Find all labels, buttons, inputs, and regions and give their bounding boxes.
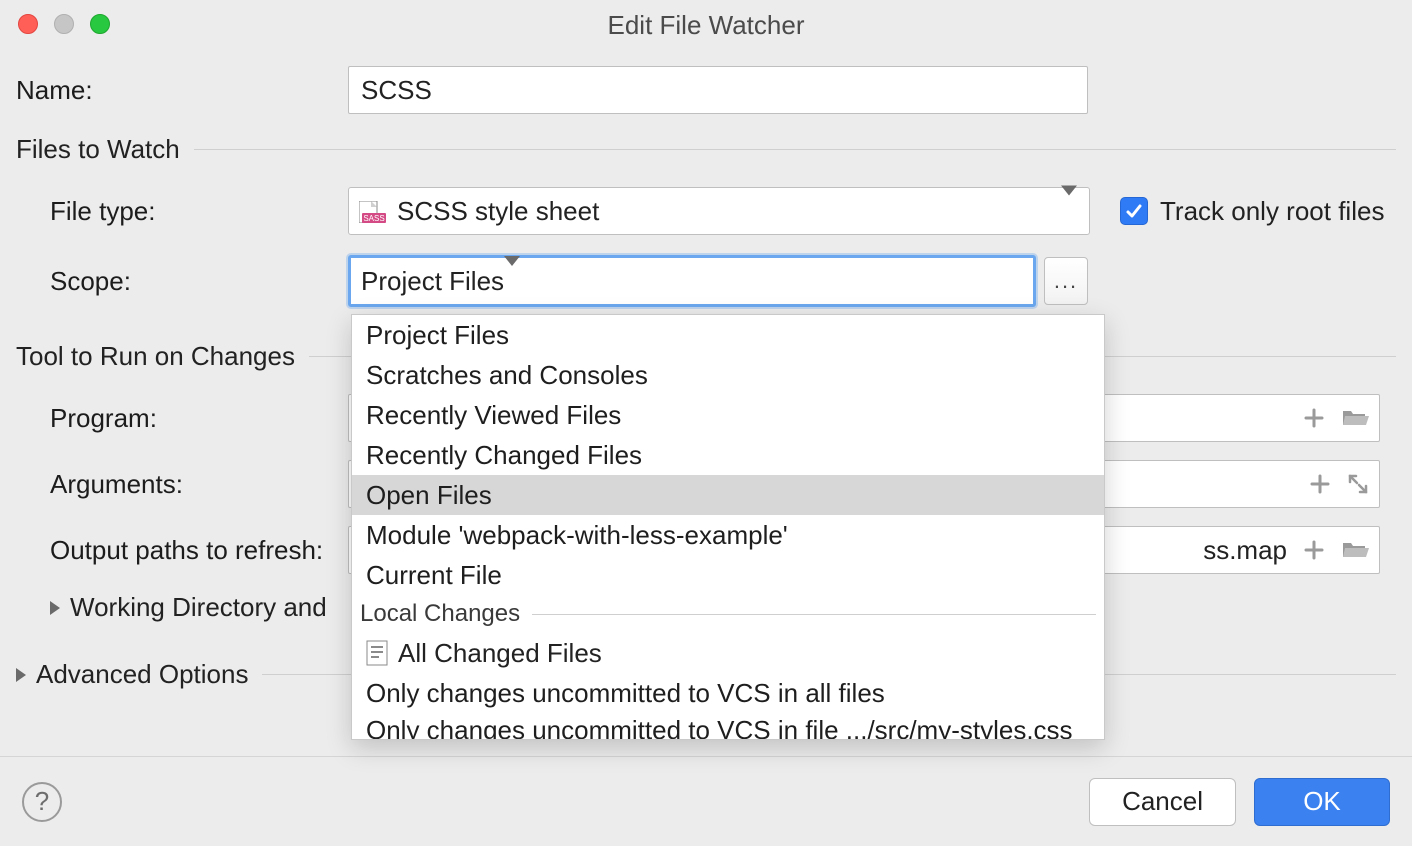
scope-option[interactable]: Project Files bbox=[352, 315, 1104, 355]
scope-option-label: Project Files bbox=[366, 320, 509, 351]
scope-option-label: Recently Viewed Files bbox=[366, 400, 621, 431]
scope-option[interactable]: All Changed Files bbox=[352, 633, 1104, 673]
scope-value: Project Files bbox=[361, 266, 504, 297]
divider bbox=[532, 614, 1096, 615]
scope-option[interactable]: Current File bbox=[352, 555, 1104, 595]
question-icon: ? bbox=[35, 786, 49, 817]
scope-option[interactable]: Only changes uncommitted to VCS in file … bbox=[352, 713, 1104, 740]
scope-option[interactable]: Open Files bbox=[352, 475, 1104, 515]
chevron-right-icon bbox=[16, 668, 26, 682]
name-input[interactable]: SCSS bbox=[348, 66, 1088, 114]
scope-option[interactable]: Recently Changed Files bbox=[352, 435, 1104, 475]
file-type-dropdown[interactable]: SASS SCSS style sheet bbox=[348, 187, 1090, 235]
scope-option[interactable]: Only changes uncommitted to VCS in all f… bbox=[352, 673, 1104, 713]
ellipsis-icon: ... bbox=[1054, 268, 1078, 294]
track-root-checkbox[interactable]: Track only root files bbox=[1120, 196, 1384, 227]
svg-text:SASS: SASS bbox=[363, 214, 384, 223]
scope-more-button[interactable]: ... bbox=[1044, 257, 1088, 305]
file-type-label: File type: bbox=[16, 196, 348, 227]
chevron-down-icon bbox=[1061, 196, 1077, 227]
window-title: Edit File Watcher bbox=[0, 10, 1412, 41]
output-paths-label: Output paths to refresh: bbox=[16, 535, 348, 566]
scope-option[interactable]: Scratches and Consoles bbox=[352, 355, 1104, 395]
folder-open-icon[interactable] bbox=[1341, 539, 1369, 561]
changed-files-icon bbox=[366, 640, 388, 666]
scope-option-label: All Changed Files bbox=[398, 638, 602, 669]
scope-dropdown-popup: Project Files Scratches and Consoles Rec… bbox=[351, 314, 1105, 740]
plus-icon[interactable] bbox=[1309, 473, 1331, 495]
plus-icon[interactable] bbox=[1303, 539, 1325, 561]
scope-dropdown[interactable]: Project Files bbox=[348, 255, 1036, 307]
scope-option-label: Scratches and Consoles bbox=[366, 360, 648, 391]
chevron-down-icon bbox=[504, 266, 520, 297]
ok-button-label: OK bbox=[1303, 786, 1341, 817]
scope-option-label: Only changes uncommitted to VCS in file … bbox=[366, 715, 1073, 741]
section-advanced-label: Advanced Options bbox=[36, 659, 248, 690]
program-label: Program: bbox=[16, 403, 348, 434]
arguments-label: Arguments: bbox=[16, 469, 348, 500]
chevron-right-icon[interactable] bbox=[50, 601, 60, 615]
scope-group-label: Local Changes bbox=[360, 600, 520, 628]
sass-file-icon: SASS bbox=[359, 201, 387, 221]
folder-open-icon[interactable] bbox=[1341, 407, 1369, 429]
section-files-to-watch: Files to Watch bbox=[16, 134, 1396, 165]
scope-option[interactable]: Recently Viewed Files bbox=[352, 395, 1104, 435]
scope-option-label: Open Files bbox=[366, 480, 492, 511]
section-files-label: Files to Watch bbox=[16, 134, 180, 165]
expand-icon[interactable] bbox=[1347, 473, 1369, 495]
ok-button[interactable]: OK bbox=[1254, 778, 1390, 826]
divider bbox=[194, 149, 1396, 150]
scope-option-label: Recently Changed Files bbox=[366, 440, 642, 471]
scope-option-label: Only changes uncommitted to VCS in all f… bbox=[366, 678, 885, 709]
file-type-value: SCSS style sheet bbox=[397, 196, 599, 227]
scope-label: Scope: bbox=[16, 266, 348, 297]
dialog-footer: ? Cancel OK bbox=[0, 756, 1412, 846]
name-input-value: SCSS bbox=[361, 75, 432, 106]
track-root-label: Track only root files bbox=[1160, 196, 1384, 227]
working-directory-label[interactable]: Working Directory and bbox=[70, 592, 327, 623]
cancel-button-label: Cancel bbox=[1122, 786, 1203, 817]
scope-option[interactable]: Module 'webpack-with-less-example' bbox=[352, 515, 1104, 555]
cancel-button[interactable]: Cancel bbox=[1089, 778, 1236, 826]
name-label: Name: bbox=[16, 75, 348, 106]
scope-option-label: Current File bbox=[366, 560, 502, 591]
section-tool-label: Tool to Run on Changes bbox=[16, 341, 295, 372]
help-button[interactable]: ? bbox=[22, 782, 62, 822]
plus-icon[interactable] bbox=[1303, 407, 1325, 429]
checkbox-checked-icon bbox=[1120, 197, 1148, 225]
scope-group-header: Local Changes bbox=[352, 595, 1104, 633]
scope-option-label: Module 'webpack-with-less-example' bbox=[366, 520, 788, 551]
